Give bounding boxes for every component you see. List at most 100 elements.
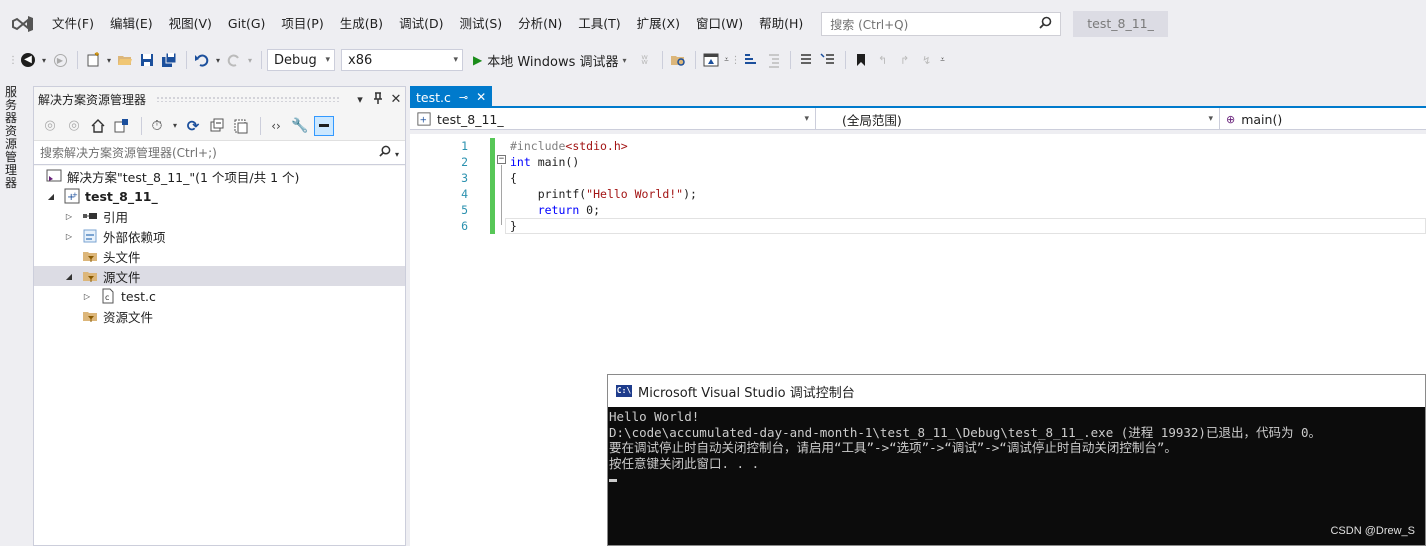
dropdown-arrow-icon[interactable]: ▾ <box>171 116 179 136</box>
expand-arrow-icon[interactable]: ▷ <box>80 292 94 301</box>
overflow-dropdown-icon[interactable]: ⩡ <box>939 50 947 70</box>
refresh-icon[interactable]: ⟳ <box>183 116 203 136</box>
line-number: 5 <box>461 203 468 217</box>
toggle-comment-icon[interactable] <box>741 50 761 70</box>
line-number: 6 <box>461 219 468 233</box>
clear-bookmarks-icon[interactable]: ↯ <box>917 50 937 70</box>
toolbar-separator <box>844 51 846 69</box>
tree-item-label: test_8_11_ <box>85 188 158 204</box>
c-source-file-icon: c <box>100 288 116 304</box>
console-line: 按任意键关闭此窗口. . . <box>609 455 760 471</box>
tree-item-project[interactable]: ◢ + + test_8_11_ <box>34 186 405 206</box>
dropdown-arrow-icon[interactable]: ▾ <box>105 50 113 70</box>
save-all-icon[interactable] <box>159 50 179 70</box>
collapse-arrow-icon[interactable]: ◢ <box>44 192 58 201</box>
close-icon[interactable]: ✕ <box>387 92 405 107</box>
tree-item-references[interactable]: ▷ 引用 <box>34 206 405 226</box>
scope-dropdown[interactable]: (全局范围) ▾ <box>816 108 1220 130</box>
code-text: { <box>510 170 517 186</box>
menu-item[interactable]: 窗口(W) <box>688 12 751 36</box>
menu-item[interactable]: 调试(D) <box>391 12 451 36</box>
menu-item[interactable]: 分析(N) <box>510 12 570 36</box>
search-icon[interactable]: ▾ <box>379 145 399 160</box>
properties-wrench-icon[interactable]: 🔧 <box>290 116 310 136</box>
menu-item[interactable]: 编辑(E) <box>102 12 161 36</box>
tree-item-label: test.c <box>121 288 156 304</box>
tree-item-resource-files[interactable]: 资源文件 <box>34 306 405 326</box>
member-dropdown[interactable]: ⊕ main() <box>1220 108 1426 130</box>
expand-arrow-icon[interactable]: ▷ <box>62 212 76 221</box>
pin-icon[interactable] <box>369 91 387 107</box>
tree-item-external-dependencies[interactable]: ▷ 外部依赖项 <box>34 226 405 246</box>
tree-item-label: 资源文件 <box>103 309 154 325</box>
find-in-files-icon[interactable] <box>668 50 688 70</box>
project-dropdown[interactable]: + test_8_11_ ▾ <box>410 108 816 130</box>
menu-item[interactable]: 视图(V) <box>161 12 220 36</box>
tab-test-c[interactable]: test.c ⊸ ✕ <box>410 86 493 108</box>
switch-views-icon[interactable] <box>112 116 132 136</box>
menu-item[interactable]: 测试(S) <box>451 12 510 36</box>
bookmark-icon[interactable] <box>851 50 871 70</box>
configuration-select[interactable]: Debug ▾ <box>267 49 335 71</box>
debug-console-window[interactable]: C:\ Microsoft Visual Studio 调试控制台 Hello … <box>607 374 1426 546</box>
console-titlebar[interactable]: C:\ Microsoft Visual Studio 调试控制台 <box>608 375 1425 407</box>
collapse-all-icon[interactable] <box>207 116 227 136</box>
menu-item[interactable]: 帮助(H) <box>751 12 811 36</box>
menu-item[interactable]: 扩展(X) <box>629 12 688 36</box>
browser-window-icon[interactable] <box>701 50 721 70</box>
undo-icon[interactable] <box>192 50 212 70</box>
open-folder-icon[interactable] <box>115 50 135 70</box>
dropdown-arrow-icon[interactable]: ▾ <box>40 50 48 70</box>
platform-select[interactable]: x86 ▾ <box>341 49 463 71</box>
outdent-icon[interactable] <box>763 50 783 70</box>
forward-icon[interactable]: ◎ <box>64 116 84 136</box>
pin-tab-icon[interactable]: ⊸ <box>459 91 468 104</box>
previous-bookmark-icon[interactable]: ↰ <box>873 50 893 70</box>
search-box[interactable]: 搜索 (Ctrl+Q) <box>821 12 1062 36</box>
solution-title[interactable]: test_8_11_ <box>1073 11 1168 37</box>
pending-changes-filter-icon[interactable]: ⏱ <box>147 116 167 136</box>
menu-item[interactable]: Git(G) <box>220 12 274 36</box>
tree-item-solution[interactable]: 解决方案"test_8_11_"(1 个项目/共 1 个) <box>34 166 405 186</box>
server-explorer-tab[interactable]: 服务器资源管理器 <box>5 86 21 190</box>
next-bookmark-icon[interactable]: ↱ <box>895 50 915 70</box>
search-icon[interactable] <box>1039 16 1052 32</box>
code-text: printf("Hello World!"); <box>510 186 697 202</box>
grip-icon[interactable]: ⋮ <box>731 50 741 70</box>
menu-item[interactable]: 生成(B) <box>332 12 391 36</box>
uncomment-lines-icon[interactable] <box>818 50 838 70</box>
tree-item-header-files[interactable]: 头文件 <box>34 246 405 266</box>
start-debugging-button[interactable]: ▶ 本地 Windows 调试器 ▾ <box>469 49 631 71</box>
navigate-back-icon[interactable]: ◀ <box>18 50 38 70</box>
redo-icon[interactable] <box>224 50 244 70</box>
expand-arrow-icon[interactable]: ▷ <box>62 232 76 241</box>
dropdown-arrow-icon[interactable]: ▾ <box>214 50 222 70</box>
save-icon[interactable] <box>137 50 157 70</box>
menu-item[interactable]: 项目(P) <box>273 12 331 36</box>
watermark: CSDN @Drew_S <box>1330 525 1415 537</box>
code-text: return 0; <box>510 202 600 218</box>
hot-reload-icon[interactable]: ʬ <box>635 50 655 70</box>
solution-explorer-search[interactable]: 搜索解决方案资源管理器(Ctrl+;) ▾ <box>34 141 405 165</box>
comment-lines-icon[interactable] <box>796 50 816 70</box>
preview-selected-items-icon[interactable] <box>314 115 334 136</box>
home-icon[interactable] <box>88 116 108 136</box>
toolbar-separator <box>186 51 187 69</box>
console-output: Hello World! D:\code\accumulated-day-and-… <box>608 407 1425 486</box>
menu-item[interactable]: 工具(T) <box>570 12 628 36</box>
close-tab-icon[interactable]: ✕ <box>476 90 486 104</box>
dropdown-arrow-icon[interactable]: ▾ <box>246 50 254 70</box>
view-code-icon[interactable]: ‹› <box>266 116 286 136</box>
tree-item-test-c[interactable]: ▷ c test.c <box>34 286 405 306</box>
menu-item[interactable]: 文件(F) <box>44 12 102 36</box>
window-position-dropdown-icon[interactable]: ▾ <box>351 93 369 106</box>
tree-item-source-files[interactable]: ◢ 源文件 <box>34 266 405 286</box>
back-icon[interactable]: ◎ <box>40 116 60 136</box>
collapse-arrow-icon[interactable]: ◢ <box>62 272 76 281</box>
new-project-icon[interactable] <box>83 50 103 70</box>
show-all-files-icon[interactable] <box>231 116 251 136</box>
navigate-forward-icon[interactable]: ▶ <box>50 50 70 70</box>
grip-icon[interactable]: ⋮ <box>8 50 18 70</box>
overflow-dropdown-icon[interactable]: ⩡ <box>723 50 731 70</box>
visual-studio-logo-icon[interactable] <box>10 14 36 34</box>
